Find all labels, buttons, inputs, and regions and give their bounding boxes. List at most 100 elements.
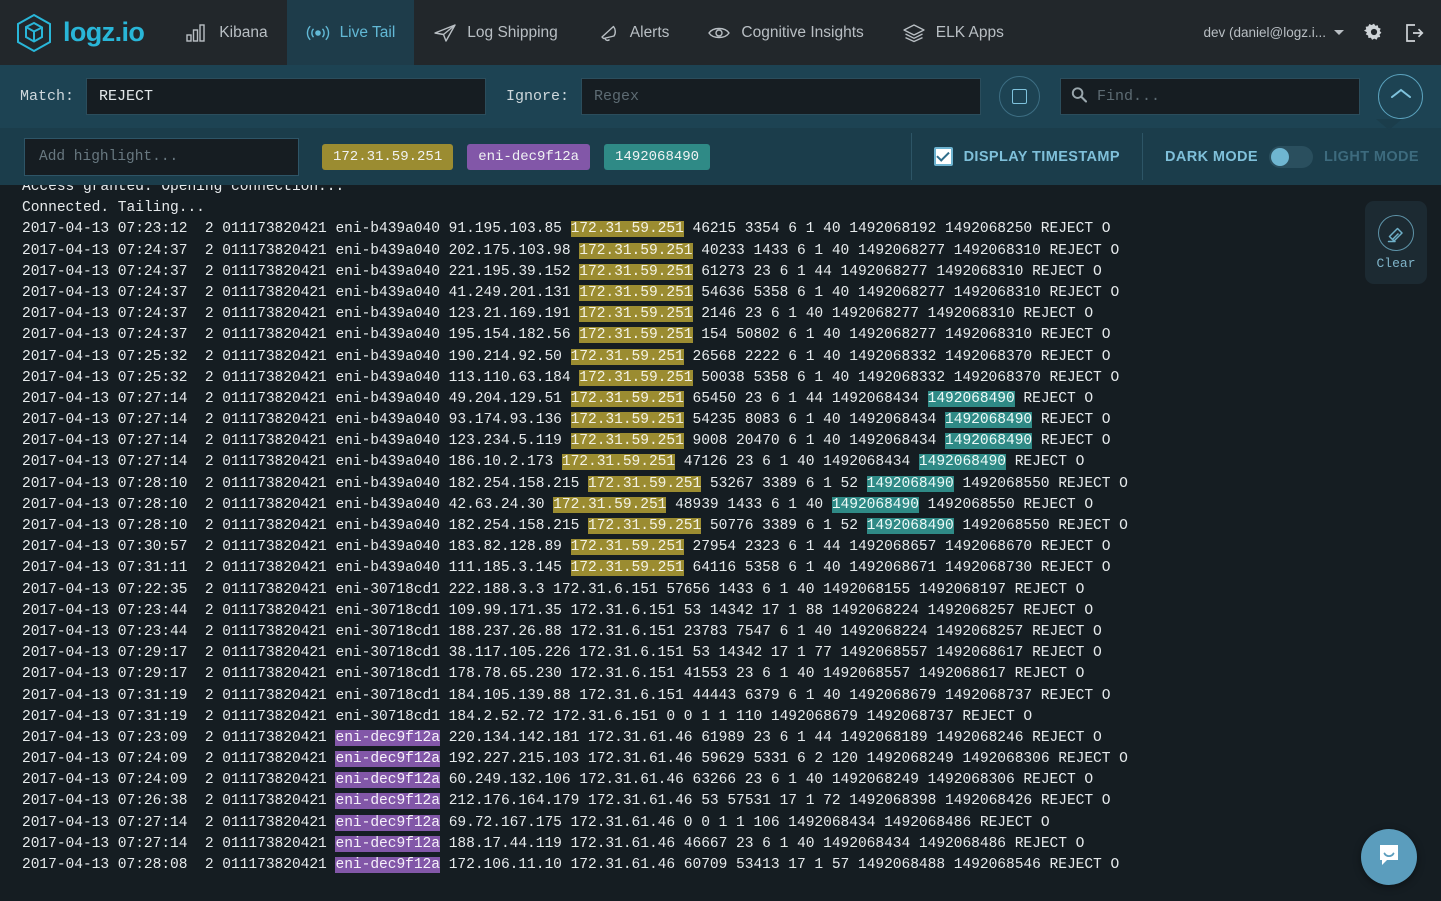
log-line: 2017-04-13 07:27:14 2 011173820421 eni-d… (22, 834, 1441, 855)
log-highlight: eni-dec9f12a (335, 772, 440, 789)
highlight-chip[interactable]: 172.31.59.251 (322, 143, 454, 170)
user-account-menu[interactable]: dev (daniel@logz.i... (1203, 25, 1344, 40)
log-text: 1492068550 REJECT O (918, 496, 1094, 513)
highlight-chip[interactable]: 1492068490 (604, 143, 711, 170)
chevron-down-icon (1334, 30, 1344, 35)
log-line: 2017-04-13 07:24:09 2 011173820421 eni-d… (22, 770, 1441, 791)
log-highlight: eni-dec9f12a (335, 751, 440, 768)
log-text: 2017-04-13 07:24:37 2 011173820421 eni-b… (22, 263, 580, 280)
log-text: 2017-04-13 07:23:44 2 011173820421 eni-3… (22, 602, 1094, 619)
log-text: 2017-04-13 07:30:57 2 011173820421 eni-b… (22, 539, 571, 556)
log-text: 50038 5358 6 1 40 1492068332 1492068370 … (692, 369, 1120, 386)
log-highlight: 172.31.59.251 (553, 496, 667, 513)
log-line: 2017-04-13 07:28:08 2 011173820421 eni-d… (22, 855, 1441, 876)
log-highlight: 1492068490 (927, 390, 1015, 407)
log-highlight: 1492068490 (866, 518, 954, 534)
log-text: 47126 23 6 1 40 1492068434 (675, 454, 919, 471)
log-text: 54636 5358 6 1 40 1492068277 1492068310 … (692, 284, 1120, 301)
nav-label-kibana: Kibana (219, 23, 268, 41)
bell-icon (596, 22, 620, 44)
ignore-input[interactable] (581, 78, 982, 115)
display-options-group: DISPLAY TIMESTAMP DARK MODE LIGHT MODE (910, 128, 1441, 185)
log-text: 46215 3354 6 1 40 1492068192 1492068250 … (683, 221, 1111, 238)
log-line: 2017-04-13 07:31:19 2 011173820421 eni-3… (22, 707, 1441, 728)
theme-toggle[interactable] (1268, 145, 1313, 168)
brand-logo[interactable]: logz.io (0, 0, 166, 65)
log-highlight: 172.31.59.251 (579, 263, 693, 280)
log-text: 188.17.44.119 172.31.61.46 46667 23 6 1 … (439, 835, 1085, 852)
log-lines-container: Access granted. Opening connection... Con… (22, 185, 1441, 876)
stop-tailing-button[interactable] (999, 76, 1040, 117)
log-text: 2017-04-13 07:28:08 2 011173820421 (22, 857, 336, 873)
log-line: 2017-04-13 07:28:10 2 011173820421 eni-b… (22, 474, 1441, 495)
log-line: Access granted. Opening connection... (22, 185, 1441, 198)
user-account-label: dev (daniel@logz.i... (1203, 25, 1326, 40)
highlight-toolbar: 172.31.59.251 eni-dec9f12a 1492068490 DI… (0, 119, 1441, 185)
theme-mode-switch[interactable]: DARK MODE LIGHT MODE (1143, 145, 1441, 168)
nav-item-elk-apps[interactable]: ELK Apps (883, 0, 1023, 65)
log-output-panel[interactable]: Access granted. Opening connection... Con… (0, 185, 1441, 901)
log-line: 2017-04-13 07:22:35 2 011173820421 eni-3… (22, 580, 1441, 601)
log-text: 2017-04-13 07:27:14 2 011173820421 eni-b… (22, 454, 562, 471)
toggle-knob (1270, 147, 1289, 166)
stop-square-icon (1012, 89, 1027, 104)
log-text: 2017-04-13 07:28:10 2 011173820421 eni-b… (22, 518, 588, 534)
bar-chart-icon (185, 22, 209, 44)
chevron-up-icon (1390, 87, 1412, 106)
nav-label-cognitive-insights: Cognitive Insights (741, 23, 864, 41)
nav-item-cognitive-insights[interactable]: Cognitive Insights (688, 0, 882, 65)
log-line: 2017-04-13 07:24:37 2 011173820421 eni-b… (22, 241, 1441, 262)
log-text: 220.134.142.181 172.31.61.46 61989 23 6 … (439, 729, 1102, 746)
support-chat-button[interactable] (1361, 829, 1417, 885)
gear-icon[interactable] (1364, 23, 1384, 43)
log-text: 2017-04-13 07:24:37 2 011173820421 eni-b… (22, 306, 580, 323)
log-text: 2017-04-13 07:27:14 2 011173820421 eni-b… (22, 412, 571, 429)
log-text: REJECT O (1014, 390, 1094, 407)
nav-item-alerts[interactable]: Alerts (577, 0, 689, 65)
log-text: 2017-04-13 07:23:44 2 011173820421 eni-3… (22, 623, 1102, 640)
log-text: 2017-04-13 07:25:32 2 011173820421 eni-b… (22, 348, 571, 365)
log-highlight: 172.31.59.251 (579, 284, 693, 301)
log-line: Connected. Tailing... (22, 198, 1441, 219)
log-highlight: 172.31.59.251 (570, 221, 684, 238)
log-text: 2017-04-13 07:28:10 2 011173820421 eni-b… (22, 496, 554, 513)
light-mode-label: LIGHT MODE (1323, 148, 1419, 165)
find-input[interactable] (1060, 78, 1360, 115)
highlight-chip[interactable]: eni-dec9f12a (467, 143, 591, 170)
log-line: 2017-04-13 07:25:32 2 011173820421 eni-b… (22, 368, 1441, 389)
clear-button[interactable]: Clear (1365, 201, 1427, 284)
clear-label: Clear (1376, 255, 1416, 271)
log-line: 2017-04-13 07:24:37 2 011173820421 eni-b… (22, 262, 1441, 283)
log-text: 48939 1433 6 1 40 (666, 496, 832, 513)
match-input[interactable] (86, 78, 487, 115)
logout-icon[interactable] (1404, 23, 1424, 43)
log-text: 2017-04-13 07:25:32 2 011173820421 eni-b… (22, 369, 580, 386)
log-text: 50776 3389 6 1 52 (701, 518, 867, 534)
log-text: REJECT O (1032, 412, 1111, 429)
log-highlight: 172.31.59.251 (570, 390, 684, 407)
log-line: 2017-04-13 07:24:09 2 011173820421 eni-d… (22, 749, 1441, 770)
log-text: 2017-04-13 07:24:09 2 011173820421 (22, 751, 336, 768)
add-highlight-input[interactable] (24, 137, 299, 176)
log-line: 2017-04-13 07:30:57 2 011173820421 eni-b… (22, 537, 1441, 558)
highlight-chip-list: 172.31.59.251 eni-dec9f12a 1492068490 (322, 143, 711, 170)
nav-item-live-tail[interactable]: Live Tail (286, 0, 415, 65)
nav-item-kibana[interactable]: Kibana (166, 0, 286, 65)
log-line: 2017-04-13 07:29:17 2 011173820421 eni-3… (22, 643, 1441, 664)
nav-item-log-shipping[interactable]: Log Shipping (414, 0, 577, 65)
log-highlight: 172.31.59.251 (570, 560, 684, 577)
display-timestamp-toggle[interactable]: DISPLAY TIMESTAMP (912, 147, 1142, 166)
log-text: 2017-04-13 07:28:10 2 011173820421 eni-b… (22, 475, 588, 492)
log-highlight: 172.31.59.251 (570, 433, 684, 450)
nav-label-log-shipping: Log Shipping (467, 23, 558, 41)
log-text: 2146 23 6 1 40 1492068277 1492068310 REJ… (692, 306, 1094, 323)
log-highlight: eni-dec9f12a (335, 814, 440, 831)
log-text: 9008 20470 6 1 40 1492068434 (683, 433, 946, 450)
log-text: 2017-04-13 07:27:14 2 011173820421 eni-b… (22, 390, 571, 407)
collapse-toolbar-button[interactable] (1378, 74, 1423, 119)
log-highlight: 172.31.59.251 (570, 412, 684, 429)
nav-right-group: dev (daniel@logz.i... (1203, 0, 1441, 65)
checkbox-icon[interactable] (933, 147, 953, 166)
log-line: 2017-04-13 07:24:37 2 011173820421 eni-b… (22, 304, 1441, 325)
log-highlight: 1492068490 (866, 475, 954, 492)
